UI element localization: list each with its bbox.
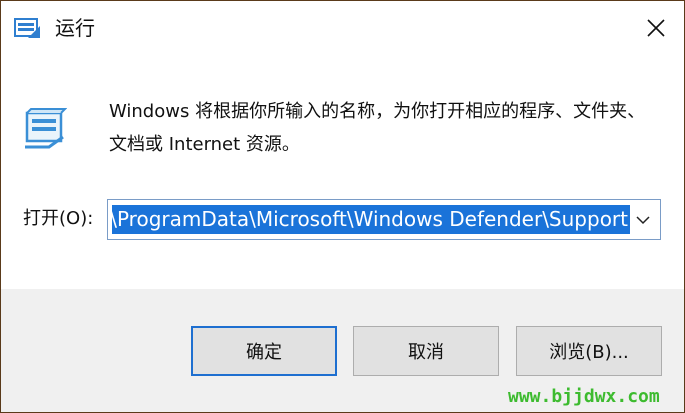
dialog-description: Windows 将根据你所输入的名称，为你打开相应的程序、文件夹、文档或 Int…: [109, 101, 646, 155]
title-bar[interactable]: 运行: [1, 1, 684, 55]
open-combobox[interactable]: C:\ProgramData\Microsoft\Windows Defende…: [107, 199, 661, 240]
run-dialog: 运行 Windows 将根据你所输入的名称，为你打开相应的程序、文件夹、文档或 …: [0, 0, 685, 413]
ok-button[interactable]: 确定: [191, 326, 337, 376]
dropdown-button[interactable]: [630, 206, 656, 234]
open-label: 打开(O):: [23, 208, 94, 229]
close-icon: [647, 19, 665, 37]
browse-button[interactable]: 浏览(B)...: [516, 326, 662, 376]
run-app-icon: [14, 16, 42, 40]
watermark: www.bjjdwx.com: [508, 386, 660, 407]
close-button[interactable]: [628, 1, 684, 55]
dialog-body: Windows 将根据你所输入的名称，为你打开相应的程序、文件夹、文档或 Int…: [1, 55, 684, 412]
open-input[interactable]: C:\ProgramData\Microsoft\Windows Defende…: [112, 205, 630, 234]
chevron-down-icon: [636, 215, 650, 224]
run-program-icon: [23, 107, 68, 151]
cancel-button[interactable]: 取消: [353, 326, 499, 376]
window-title: 运行: [55, 16, 95, 40]
